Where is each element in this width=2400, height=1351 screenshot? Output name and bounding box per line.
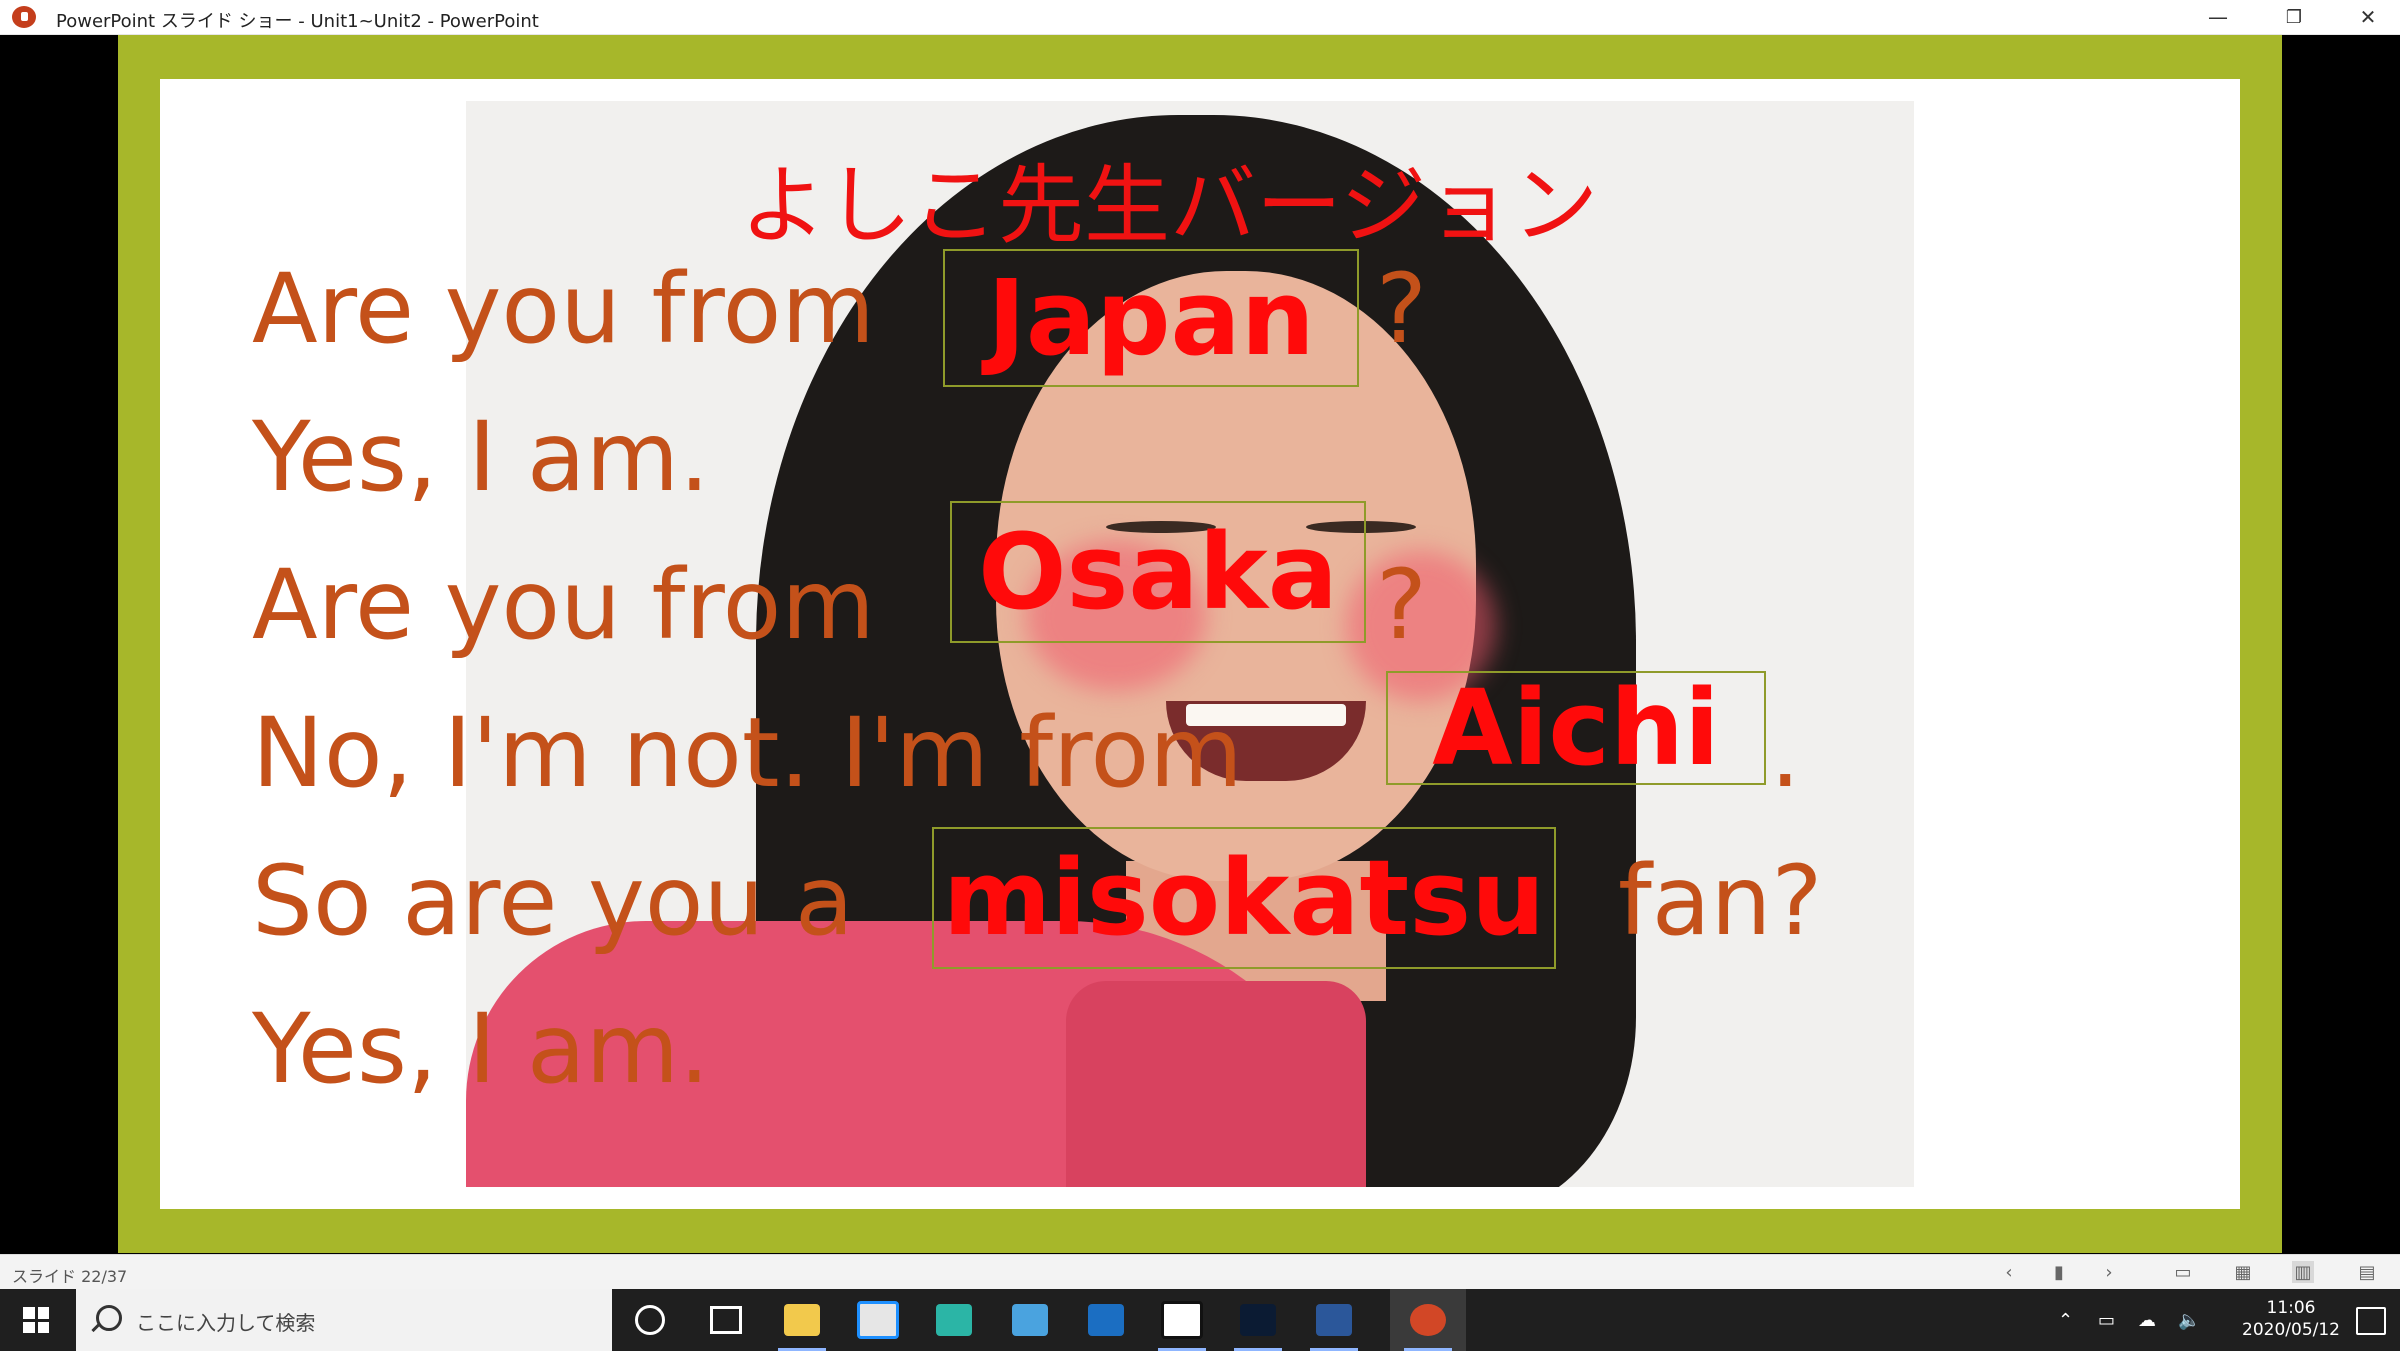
powerpoint-app-icon — [12, 6, 36, 28]
dialogue-line-1: Are you from — [252, 253, 875, 365]
sorter-view-icon[interactable]: ▦ — [2232, 1261, 2254, 1283]
slideshow-icon[interactable]: ▤ — [2356, 1261, 2378, 1283]
restore-button[interactable]: ❐ — [2262, 0, 2326, 34]
punctuation: ? — [1376, 253, 1427, 365]
store-icon[interactable] — [840, 1289, 916, 1351]
dialogue-line-3: Are you from — [252, 549, 875, 661]
file-explorer-icon[interactable] — [764, 1289, 840, 1351]
window-title: PowerPoint スライド ショー - Unit1~Unit2 - Powe… — [56, 11, 539, 32]
slide-thumb-icon[interactable]: ▮ — [2048, 1261, 2070, 1283]
minimize-button[interactable]: — — [2186, 0, 2250, 34]
answer-box-1[interactable]: Japan — [943, 249, 1359, 387]
cortana-icon[interactable] — [612, 1289, 688, 1351]
onedrive-icon[interactable]: ☁ — [2138, 1289, 2156, 1351]
dialogue-line-2: Yes, I am. — [252, 401, 710, 513]
answer-box-4[interactable]: misokatsu — [932, 827, 1556, 969]
app-black-icon[interactable] — [1144, 1289, 1220, 1351]
slide-indicator: スライド 22/37 — [12, 1267, 128, 1286]
dialogue-line-5: So are you a — [252, 845, 854, 957]
app-teal-icon[interactable] — [916, 1289, 992, 1351]
start-button[interactable] — [0, 1289, 72, 1351]
clock[interactable]: 11:06 2020/05/12 — [2242, 1297, 2340, 1341]
tray-chevron-icon[interactable]: ⌃ — [2058, 1289, 2073, 1351]
dialogue-line-6: Yes, I am. — [252, 993, 710, 1105]
answer-word: misokatsu — [942, 837, 1546, 959]
task-view-icon[interactable] — [688, 1289, 764, 1351]
date: 2020/05/12 — [2242, 1320, 2340, 1340]
normal-view-icon[interactable]: ▭ — [2172, 1261, 2194, 1283]
answer-word: Aichi — [1432, 667, 1720, 789]
search-box[interactable]: ここに入力して検索 — [76, 1289, 612, 1351]
prev-icon[interactable]: ‹ — [1998, 1261, 2020, 1283]
slide-heading: よしこ先生バージョン — [740, 156, 1599, 256]
answer-word: Osaka — [978, 511, 1338, 633]
title-bar: PowerPoint スライド ショー - Unit1~Unit2 - Powe… — [0, 0, 2400, 35]
answer-box-3[interactable]: Aichi — [1386, 671, 1766, 785]
dialogue-line-5-end: fan? — [1618, 845, 1823, 957]
dialogue-line-4: No, I'm not. I'm from — [252, 697, 1243, 809]
answer-word: Japan — [987, 257, 1315, 379]
search-placeholder: ここに入力して検索 — [136, 1311, 316, 1335]
slide-frame: よしこ先生バージョン Are you from Japan ? Yes, I a… — [118, 35, 2282, 1253]
powerpoint-icon[interactable] — [1390, 1289, 1466, 1351]
punctuation: ? — [1376, 549, 1427, 661]
word-icon[interactable] — [1296, 1289, 1372, 1351]
taskbar: ここに入力して検索 ⌃ ▭ ☁ 🔈 11:06 2020/05/12 — [0, 1289, 2400, 1351]
notification-icon[interactable] — [2356, 1307, 2386, 1335]
status-bar: スライド 22/37 ‹ ▮ › ▭ ▦ ▥ ▤ — [0, 1254, 2400, 1289]
slide-canvas[interactable]: よしこ先生バージョン Are you from Japan ? Yes, I a… — [160, 79, 2240, 1209]
mail-icon[interactable] — [1068, 1289, 1144, 1351]
close-button[interactable]: ✕ — [2336, 0, 2400, 34]
network-icon[interactable]: ▭ — [2098, 1289, 2115, 1351]
windows-icon — [23, 1307, 49, 1333]
answer-box-2[interactable]: Osaka — [950, 501, 1366, 643]
punctuation: . — [1770, 697, 1801, 809]
next-icon[interactable]: › — [2098, 1261, 2120, 1283]
photos-icon[interactable] — [992, 1289, 1068, 1351]
volume-icon[interactable]: 🔈 — [2178, 1289, 2200, 1351]
app-terminal-icon[interactable] — [1220, 1289, 1296, 1351]
time: 11:06 — [2266, 1298, 2316, 1318]
reading-view-icon[interactable]: ▥ — [2292, 1261, 2314, 1283]
search-icon — [96, 1305, 122, 1331]
